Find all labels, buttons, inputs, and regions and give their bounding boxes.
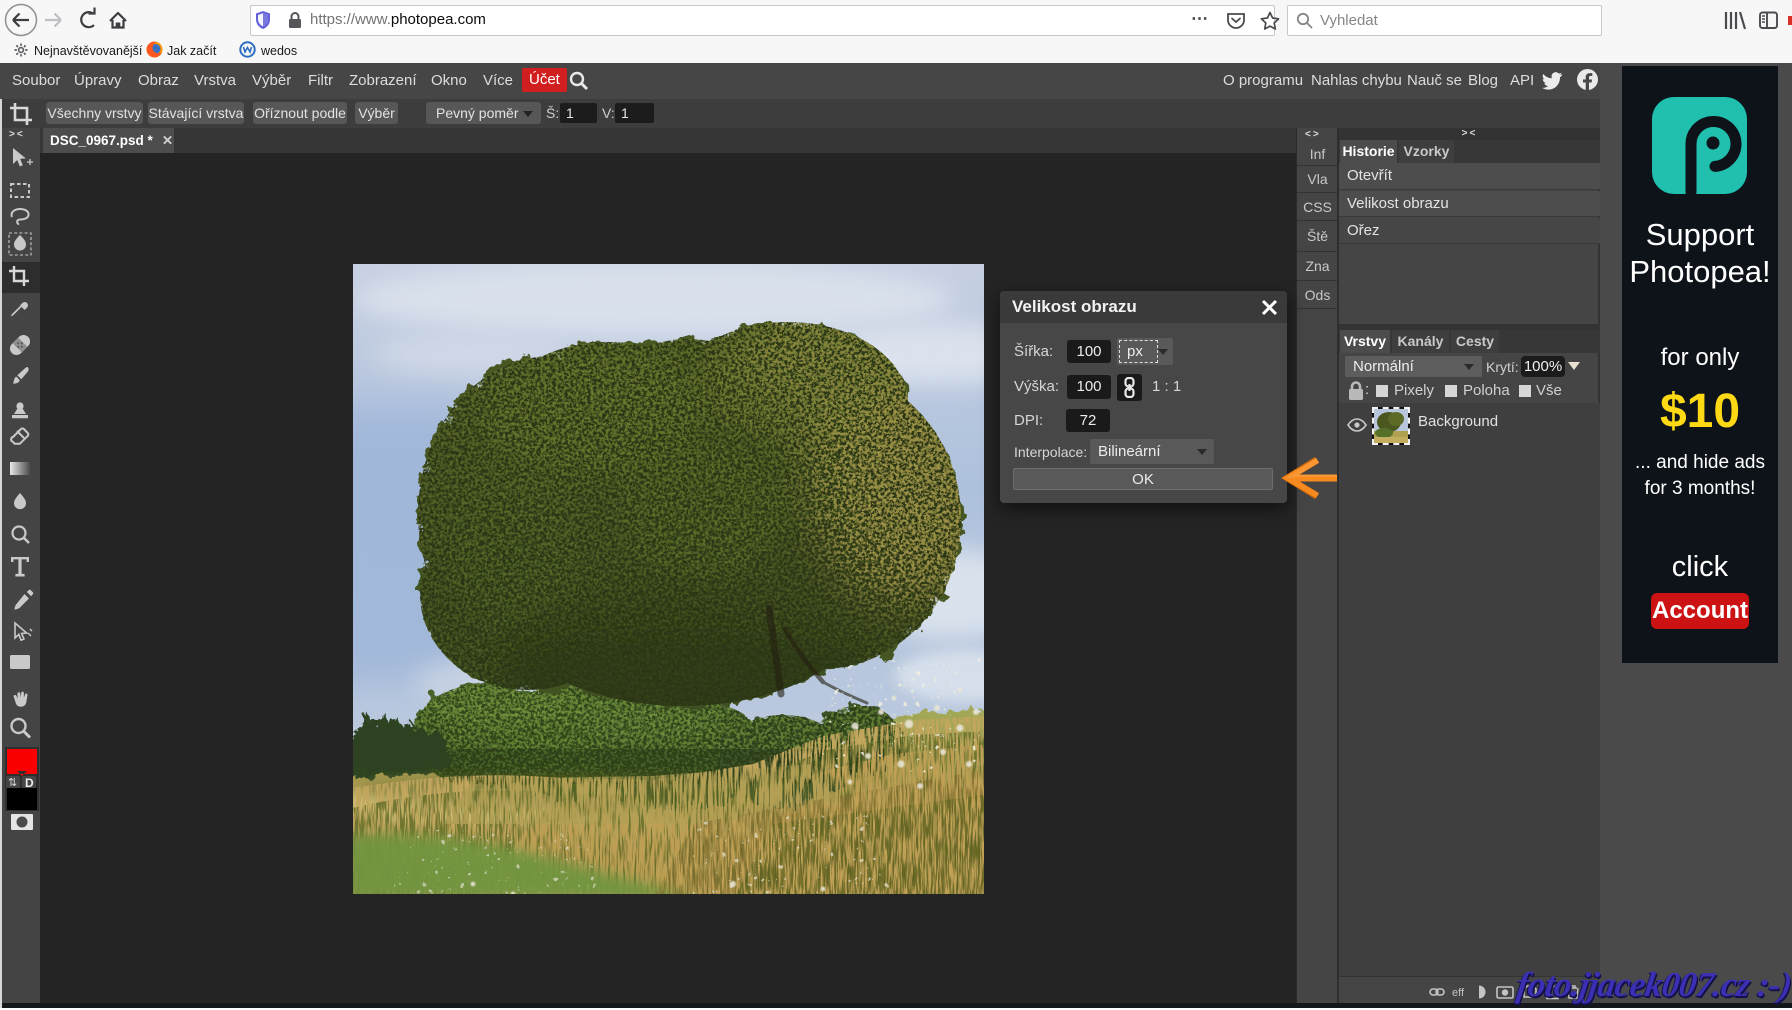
svg-text:⇅: ⇅ — [8, 777, 17, 789]
svg-text:eff: eff — [1452, 987, 1465, 999]
svg-text:D: D — [25, 776, 34, 790]
